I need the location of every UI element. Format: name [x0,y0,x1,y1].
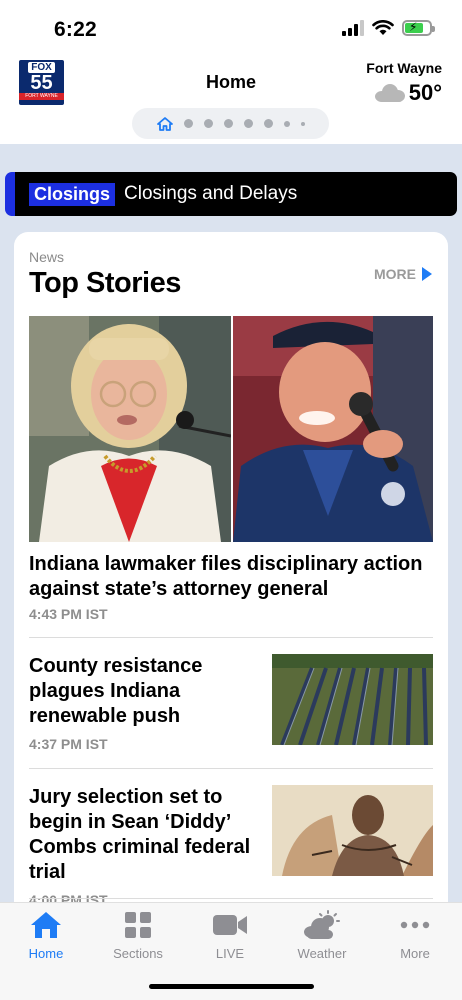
section-kicker: News [29,249,65,265]
play-arrow-icon [422,267,432,281]
portrait-right-image [233,316,433,542]
wifi-icon [372,20,394,35]
tab-sections[interactable]: Sections [98,909,178,961]
video-icon [213,915,247,935]
page-indicator[interactable] [132,108,329,139]
tab-label: Home [28,946,64,961]
story-headline[interactable]: County resistance plagues Indiana renewa… [29,654,261,729]
weather-temperature: 50° [408,80,442,105]
cellular-signal-icon [342,20,364,36]
cloud-icon [374,84,405,102]
tab-home[interactable]: Home [6,909,86,961]
status-bar: 6:22 ⚡ [0,0,462,56]
divider [29,637,433,638]
page-dot[interactable] [283,120,290,127]
tab-label: Sections [113,946,163,961]
tab-label: More [400,946,430,961]
page-dot[interactable] [300,121,305,126]
tab-weather[interactable]: Weather [282,909,362,961]
section-title: Top Stories [29,267,181,299]
lead-story-image[interactable] [29,316,433,542]
courtroom-sketch-image[interactable] [272,785,433,876]
closings-alert-banner[interactable]: Closings Closings and Delays [5,172,457,216]
alert-badge: Closings [29,182,116,206]
story-headline[interactable]: Jury selection set to begin in Sean ‘Did… [29,785,261,885]
tab-label: Weather [297,946,347,961]
lead-story-time: 4:43 PM IST [29,606,108,622]
list-item[interactable]: Jury selection set to begin in Sean ‘Did… [29,785,433,908]
portrait-left-image [29,316,231,542]
page-dot[interactable] [203,119,213,128]
tab-more[interactable]: More [375,909,455,961]
solar-farm-image[interactable] [272,654,433,745]
divider [29,768,433,769]
ellipsis-icon [400,921,430,929]
logo-tagline: FORT WAYNE [19,93,64,100]
app-header: FOX 55 FORT WAYNE Home Fort Wayne 50° [0,56,462,144]
page-dot[interactable] [183,119,193,128]
weather-city: Fort Wayne [366,60,442,76]
list-item[interactable]: County resistance plagues Indiana renewa… [29,654,433,752]
more-label: MORE [374,266,416,282]
page-dot[interactable] [263,119,273,128]
page-dot[interactable] [243,119,253,128]
tab-label: LIVE [215,946,245,961]
home-page-icon[interactable] [156,116,173,131]
grid-icon [125,912,151,938]
divider [29,898,433,899]
battery-icon: ⚡ [402,20,435,36]
alert-text: Closings and Delays [124,183,298,204]
lead-story-headline[interactable]: Indiana lawmaker files disciplinary acti… [29,552,433,602]
more-link[interactable]: MORE [374,266,432,282]
page-dot[interactable] [223,119,233,128]
home-indicator[interactable] [149,984,314,989]
top-stories-card: News Top Stories MORE Indiana lawmaker f… [14,232,448,932]
sun-cloud-icon [304,910,340,939]
weather-widget[interactable]: Fort Wayne 50° [366,60,442,106]
home-icon [31,912,61,938]
tab-live[interactable]: LIVE [190,909,270,961]
status-icons: ⚡ [342,20,435,36]
status-time: 6:22 [54,18,97,41]
